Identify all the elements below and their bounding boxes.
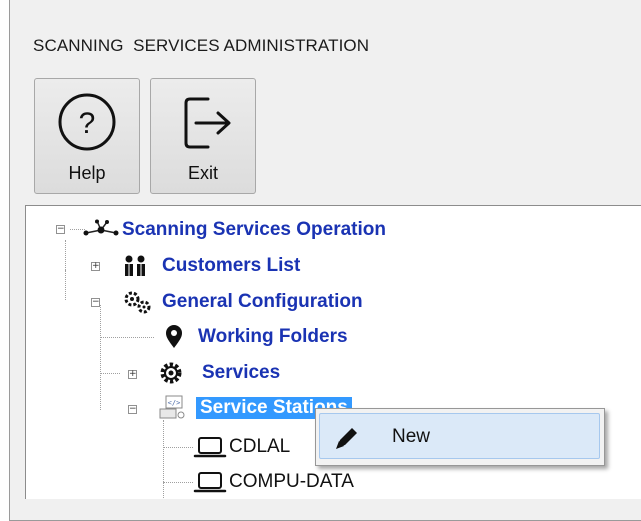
- tree-connector: [163, 482, 193, 483]
- menu-item-new[interactable]: New: [319, 413, 600, 459]
- svg-text:?: ?: [79, 107, 96, 140]
- people-icon: [118, 254, 154, 278]
- workstation-icon: </>: [157, 394, 189, 422]
- tree-node-label: Services: [202, 362, 281, 383]
- expand-toggle[interactable]: +: [128, 370, 137, 379]
- help-icon: ?: [35, 87, 139, 157]
- laptop-icon: [193, 435, 229, 459]
- svg-text:</>: </>: [168, 399, 181, 407]
- gear-icon: [157, 360, 187, 386]
- tree-connector: [163, 420, 164, 498]
- menu-item-label: New: [392, 426, 431, 447]
- title-bar: SCANNING SERVICES ADMINISTRATION: [10, 0, 641, 75]
- tree-connector: [65, 240, 66, 270]
- tree-node-label: Scanning Services Operation: [122, 219, 386, 240]
- tree-connector: [100, 373, 120, 374]
- collapse-toggle[interactable]: −: [56, 225, 65, 234]
- tree-node-label: Working Folders: [198, 326, 348, 347]
- exit-label: Exit: [187, 163, 218, 183]
- help-label: Help: [68, 163, 106, 183]
- pencil-icon: [332, 423, 362, 453]
- tree-node-label: COMPU-DATA: [229, 471, 354, 492]
- window-title: SCANNING SERVICES ADMINISTRATION: [33, 36, 370, 55]
- tree-node-label: Customers List: [162, 255, 301, 276]
- tree-connector: [65, 270, 66, 300]
- tree-connector: [163, 447, 193, 448]
- collapse-toggle[interactable]: −: [91, 298, 100, 307]
- location-pin-icon: [160, 324, 188, 350]
- tree-node-services[interactable]: Services: [157, 359, 280, 387]
- tree-node-root[interactable]: Scanning Services Operation: [80, 216, 386, 244]
- laptop-icon: [193, 470, 229, 494]
- exit-icon: [151, 87, 255, 157]
- tree-node-station[interactable]: CDLAL: [193, 433, 290, 461]
- gears-icon: [122, 290, 154, 314]
- tree-node-label: CDLAL: [229, 436, 291, 457]
- collapse-toggle[interactable]: −: [128, 405, 137, 414]
- network-icon: [80, 219, 122, 241]
- tree-node-general-configuration[interactable]: General Configuration: [122, 288, 363, 316]
- tree-node-station[interactable]: COMPU-DATA: [193, 468, 354, 496]
- tree-connector: [100, 337, 154, 338]
- expand-toggle[interactable]: +: [91, 262, 100, 271]
- tree-node-customers[interactable]: Customers List: [118, 252, 300, 280]
- context-menu: New: [315, 408, 605, 466]
- tree-node-working-folders[interactable]: Working Folders: [160, 323, 348, 351]
- tree-node-label: General Configuration: [162, 291, 363, 312]
- exit-button[interactable]: Exit: [150, 78, 256, 194]
- tree-connector: [100, 305, 101, 410]
- help-button[interactable]: ? Help: [34, 78, 140, 194]
